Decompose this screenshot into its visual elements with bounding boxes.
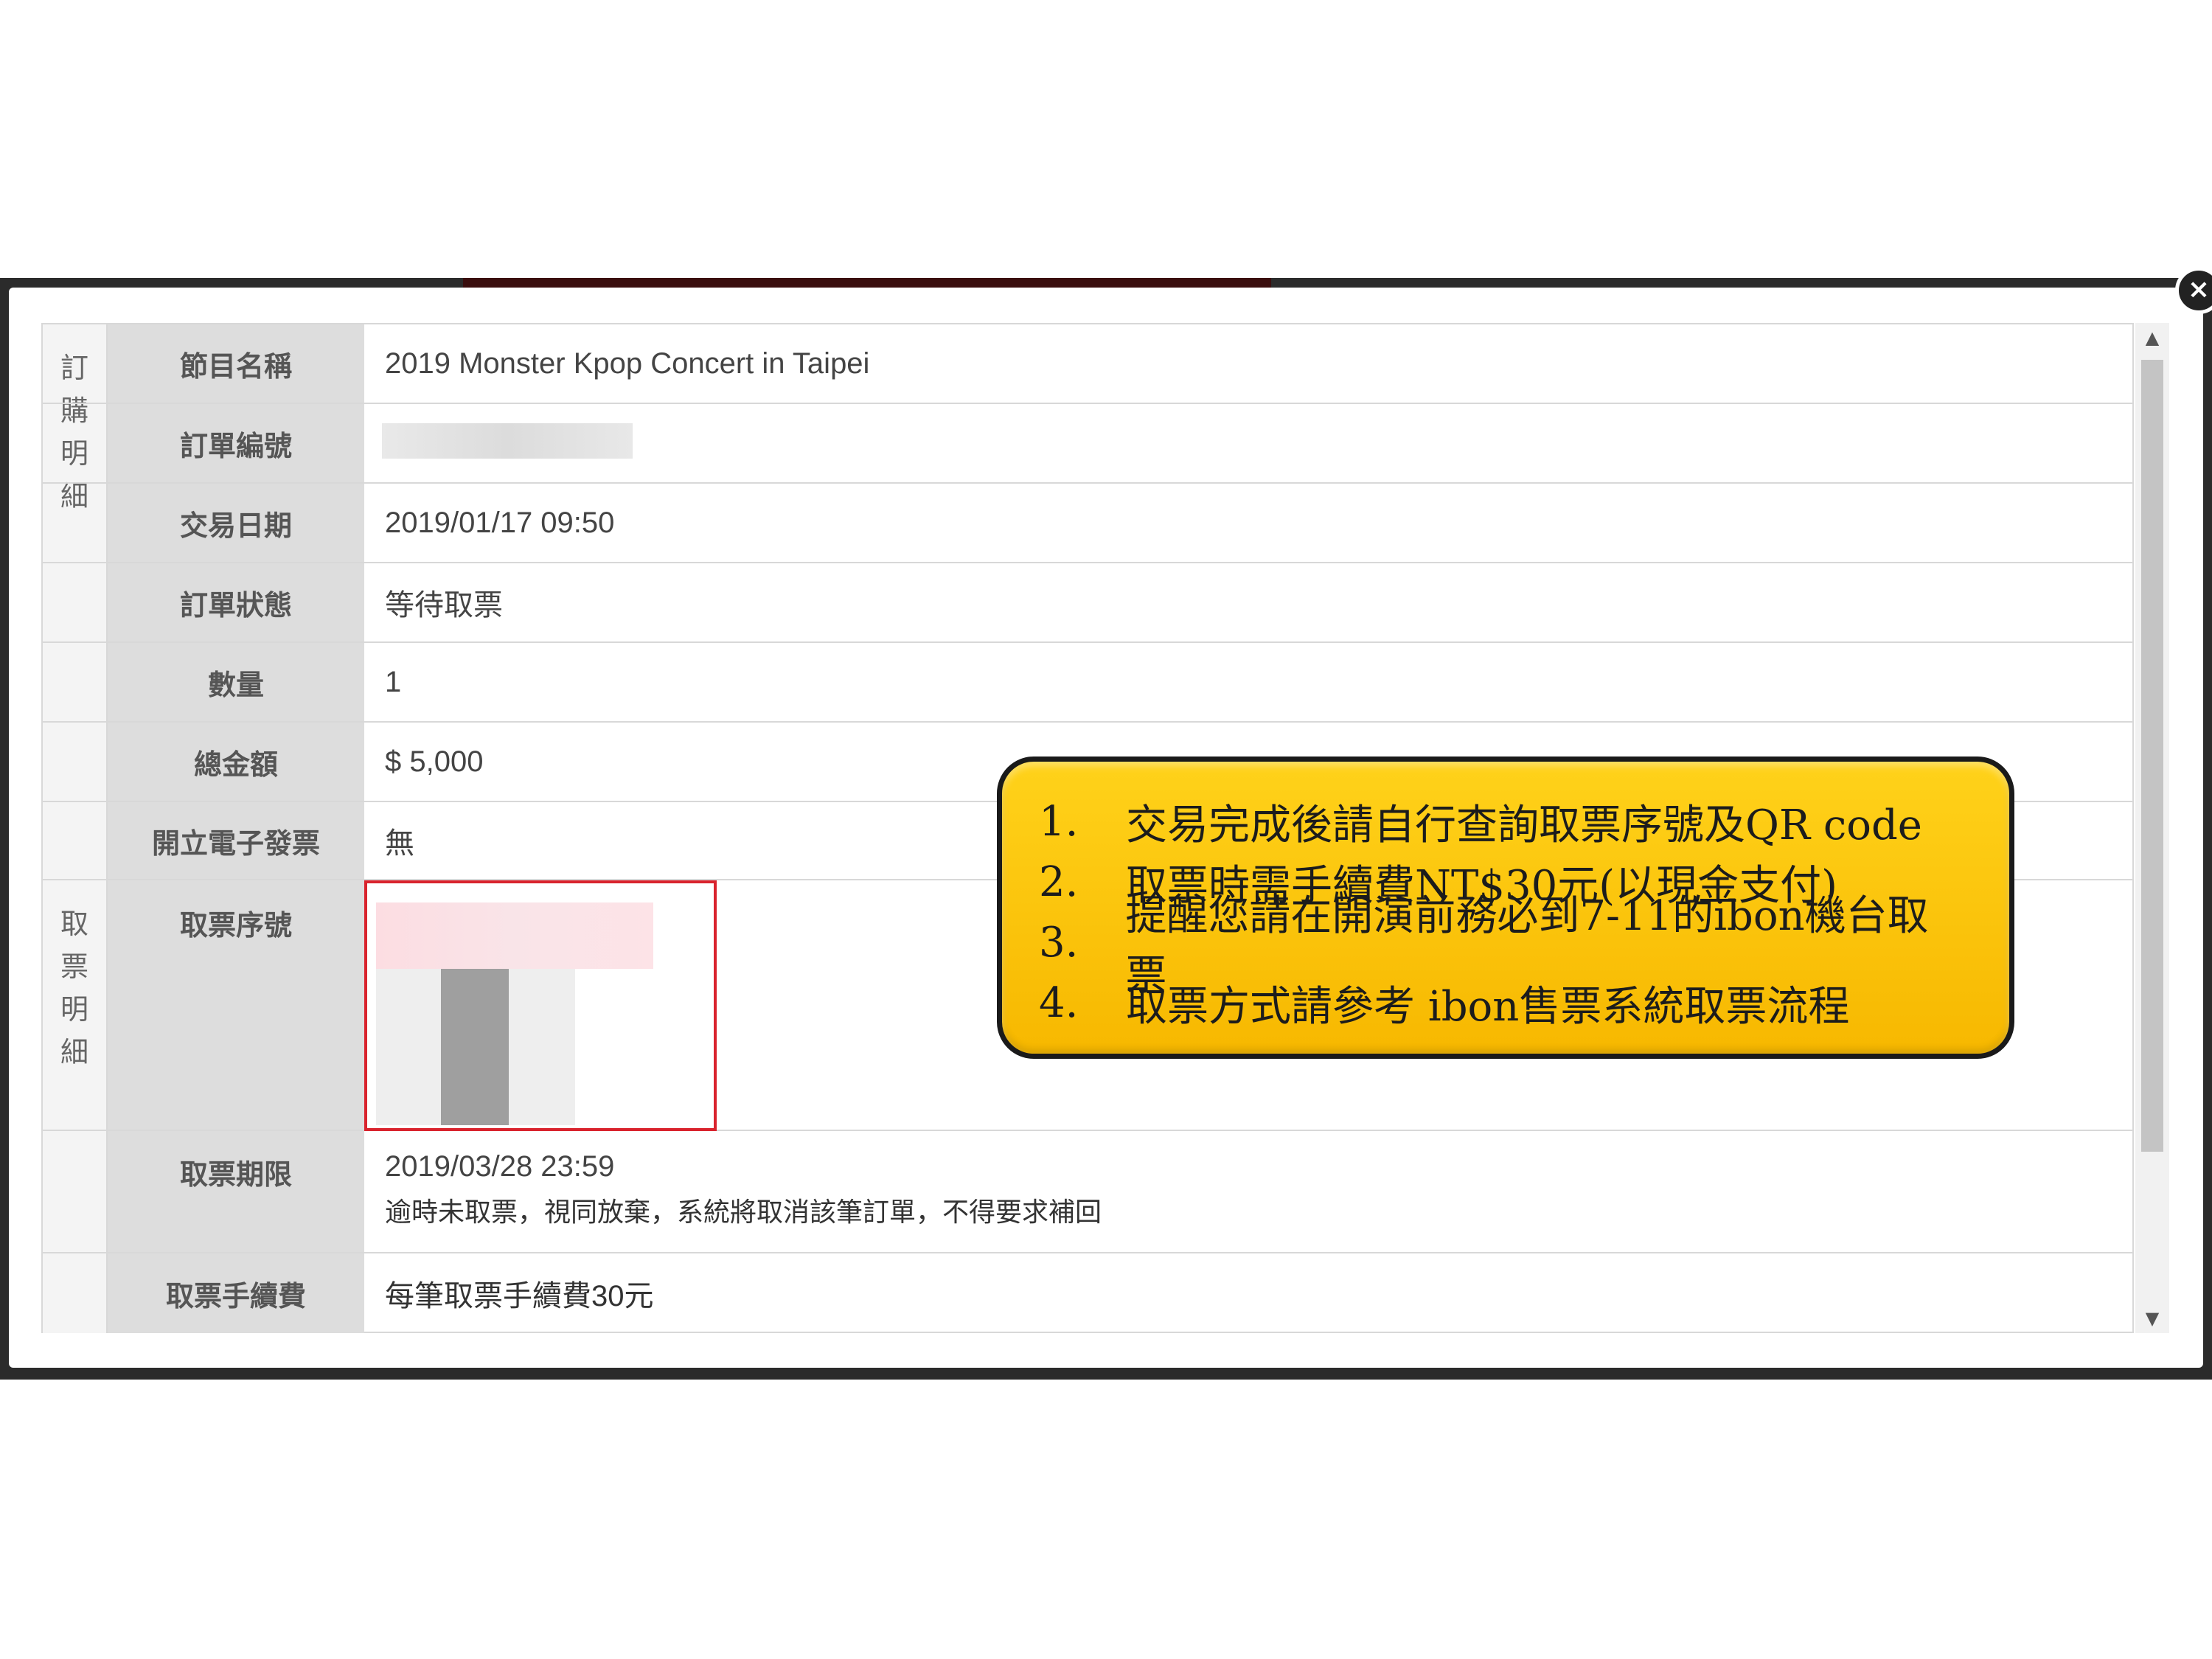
redacted-order-number xyxy=(382,423,633,459)
instruction-item: 1. 交易完成後請自行查詢取票序號及QR code xyxy=(1039,791,1965,852)
scrollbar[interactable]: ▲ ▼ xyxy=(2135,323,2169,1333)
instruction-callout: 1. 交易完成後請自行查詢取票序號及QR code 2. 取票時需手續費NT$3… xyxy=(997,757,2014,1059)
instruction-text: 交易完成後請自行查詢取票序號及QR code xyxy=(1126,801,1922,849)
row-transaction-date: 交易日期 2019/01/17 09:50 xyxy=(43,484,2134,563)
value-program-name: 2019 Monster Kpop Concert in Taipei xyxy=(385,347,870,380)
scroll-thumb[interactable] xyxy=(2141,360,2163,1152)
instruction-number: 4. xyxy=(1039,978,1079,1027)
pickup-deadline-note: 逾時未取票，視同放棄，系統將取消該筆訂單，不得要求補回 xyxy=(385,1197,1102,1227)
label-order-status: 訂單狀態 xyxy=(108,563,364,641)
label-order-number: 訂單編號 xyxy=(108,404,364,482)
row-quantity: 數量 1 xyxy=(43,643,2134,723)
value-order-status: 等待取票 xyxy=(385,589,503,622)
label-e-invoice: 開立電子發票 xyxy=(108,802,364,879)
highlight-box xyxy=(364,880,717,1131)
pickup-deadline-date: 2019/03/28 23:59 xyxy=(385,1150,615,1183)
instruction-number: 1. xyxy=(1039,797,1079,846)
row-order-status: 訂單狀態 等待取票 xyxy=(43,563,2134,643)
scroll-down-arrow-icon[interactable]: ▼ xyxy=(2135,1304,2169,1333)
instruction-item: 4. 取票方式請參考 ibon售票系統取票流程 xyxy=(1039,973,1965,1033)
instruction-number: 3. xyxy=(1039,918,1079,967)
row-order-number: 訂單編號 xyxy=(43,404,2134,484)
label-pickup-fee: 取票手續費 xyxy=(108,1253,364,1333)
label-pickup-deadline: 取票期限 xyxy=(108,1131,364,1252)
label-pickup-serial: 取票序號 xyxy=(108,880,364,1130)
value-pickup-fee: 每筆取票手續費30元 xyxy=(385,1280,654,1312)
row-pickup-fee: 取票手續費 每筆取票手續費30元 xyxy=(43,1253,2134,1333)
instruction-item: 3. 提醒您請在開演前務必到7-11的ibon機台取票 xyxy=(1039,892,1965,1000)
instruction-list: 1. 交易完成後請自行查詢取票序號及QR code 2. 取票時需手續費NT$3… xyxy=(1039,791,1965,1033)
scroll-up-arrow-icon[interactable]: ▲ xyxy=(2135,323,2169,352)
label-quantity: 數量 xyxy=(108,643,364,721)
value-quantity: 1 xyxy=(385,665,402,698)
value-pickup-deadline: 2019/03/28 23:59 逾時未取票，視同放棄，系統將取消該筆訂單，不得… xyxy=(364,1131,2134,1252)
label-program-name: 節目名稱 xyxy=(108,324,364,403)
value-order-number xyxy=(364,404,2134,482)
label-transaction-date: 交易日期 xyxy=(108,484,364,562)
value-transaction-date: 2019/01/17 09:50 xyxy=(385,506,615,539)
instruction-text: 取票方式請參考 ibon售票系統取票流程 xyxy=(1126,982,1850,1031)
instruction-number: 2. xyxy=(1039,858,1079,906)
label-total-amount: 總金額 xyxy=(108,723,364,801)
row-program-name: 節目名稱 2019 Monster Kpop Concert in Taipei xyxy=(43,324,2134,404)
row-pickup-deadline: 取票期限 2019/03/28 23:59 逾時未取票，視同放棄，系統將取消該筆… xyxy=(43,1131,2134,1253)
